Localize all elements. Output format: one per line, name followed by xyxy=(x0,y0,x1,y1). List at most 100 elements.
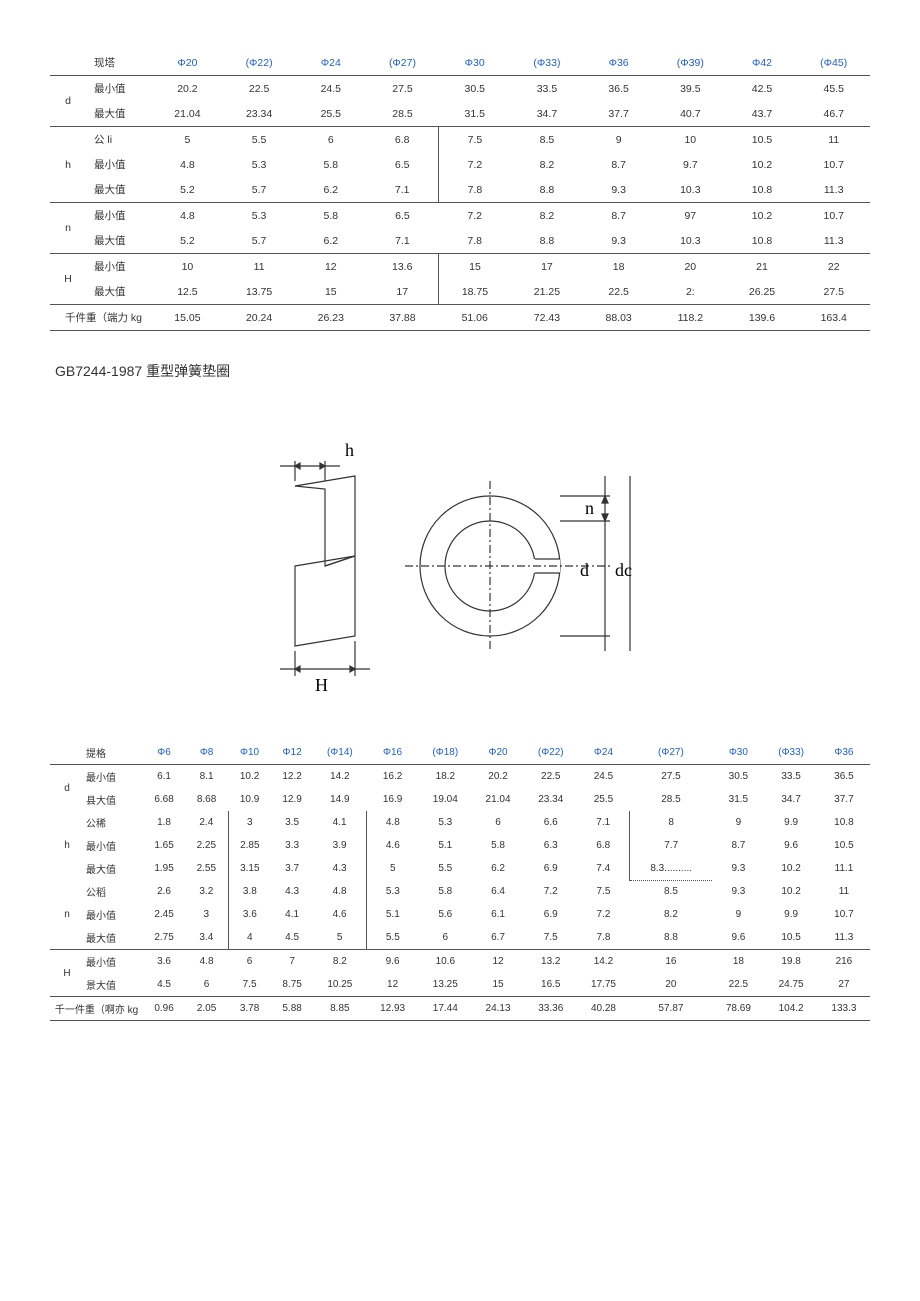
cell: 17.75 xyxy=(577,973,629,997)
cell: 18 xyxy=(712,950,764,974)
col-header: Φ42 xyxy=(727,50,798,76)
cell: 31.5 xyxy=(439,101,511,127)
param-d: d xyxy=(50,765,84,812)
cell: 36.5 xyxy=(818,765,870,789)
cell: 4.8 xyxy=(185,950,228,974)
col-header: Φ30 xyxy=(439,50,511,76)
cell: 18.75 xyxy=(439,279,511,305)
spec-table-2: 提格 Φ6Φ8Φ10Φ12(Φ14)Φ16(Φ18)Φ20(Φ22)Φ24(Φ2… xyxy=(50,741,870,1021)
cell: 5.2 xyxy=(152,177,223,203)
cell: 0.96 xyxy=(143,997,185,1021)
cell: 12.2 xyxy=(271,765,313,789)
cell: 10.2 xyxy=(228,765,271,789)
cell: 15 xyxy=(295,279,366,305)
cell: 12.5 xyxy=(152,279,223,305)
cell: 23.34 xyxy=(524,788,577,811)
cell: 17 xyxy=(366,279,439,305)
cell: 6 xyxy=(185,973,228,997)
cell: 6 xyxy=(228,950,271,974)
cell: 51.06 xyxy=(439,305,511,331)
col-header: (Φ45) xyxy=(797,50,870,76)
table2-header-label: 提格 xyxy=(84,741,143,765)
cell: 4.5 xyxy=(143,973,185,997)
cell: 8.75 xyxy=(271,973,313,997)
cell: 6 xyxy=(419,926,472,950)
cell: 8.5 xyxy=(630,880,713,903)
cell: 20.24 xyxy=(223,305,296,331)
cell: 2.55 xyxy=(185,857,228,880)
col-header: Φ24 xyxy=(577,741,629,765)
cell: 3.9 xyxy=(313,834,366,857)
col-header: Φ10 xyxy=(228,741,271,765)
cell: 6.4 xyxy=(472,880,524,903)
cell: 11.1 xyxy=(818,857,870,880)
cell: 8.7 xyxy=(583,152,654,177)
cell: 10.2 xyxy=(727,203,798,229)
cell: 34.7 xyxy=(511,101,584,127)
table1-footer-label: 千件重（端力 kg xyxy=(50,305,152,331)
cell: 37.7 xyxy=(818,788,870,811)
cell: 3.78 xyxy=(228,997,271,1021)
cell: 39.5 xyxy=(654,76,727,102)
cell: 5.1 xyxy=(367,903,419,926)
cell: 10.7 xyxy=(818,903,870,926)
cell: 8.2 xyxy=(511,203,584,229)
cell: 27.5 xyxy=(366,76,439,102)
cell: 139.6 xyxy=(727,305,798,331)
row-label: 最小值 xyxy=(84,903,143,926)
cell: 6.68 xyxy=(143,788,185,811)
cell: 5 xyxy=(152,127,223,153)
cell: 2.4 xyxy=(185,811,228,834)
cell: 21.25 xyxy=(511,279,584,305)
cell: 5.7 xyxy=(223,177,296,203)
spec-table-1: 现塔 Φ20 (Φ22) Φ24 (Φ27) Φ30 (Φ33) Φ36 (Φ3… xyxy=(50,50,870,331)
cell: 13.6 xyxy=(366,254,439,280)
cell: 7.2 xyxy=(577,903,629,926)
cell: 7 xyxy=(271,950,313,974)
cell: 16.2 xyxy=(367,765,419,789)
cell: 2.25 xyxy=(185,834,228,857)
cell: 6.5 xyxy=(366,152,439,177)
col-header: Φ36 xyxy=(818,741,870,765)
cell: 10 xyxy=(152,254,223,280)
cell: 26.23 xyxy=(295,305,366,331)
cell: 5 xyxy=(367,857,419,880)
cell: 6.8 xyxy=(366,127,439,153)
cell: 12.9 xyxy=(271,788,313,811)
row-label: 最小值 xyxy=(86,203,152,229)
cell: 5.5 xyxy=(367,926,419,950)
cell: 8.85 xyxy=(313,997,366,1021)
cell: 15 xyxy=(439,254,511,280)
param-h: h xyxy=(50,127,86,203)
cell: 4.3 xyxy=(313,857,366,880)
cell: 104.2 xyxy=(764,997,817,1021)
cell: 6.2 xyxy=(295,177,366,203)
cell: 6.5 xyxy=(366,203,439,229)
cell: 13.2 xyxy=(524,950,577,974)
cell: 5.3 xyxy=(223,152,296,177)
cell: 9.6 xyxy=(712,926,764,950)
cell: 22.5 xyxy=(223,76,296,102)
cell: 10.3 xyxy=(654,177,727,203)
cell: 7.8 xyxy=(439,228,511,254)
cell: 9.3 xyxy=(583,177,654,203)
cell: 24.13 xyxy=(472,997,524,1021)
cell: 5.5 xyxy=(223,127,296,153)
cell: 46.7 xyxy=(797,101,870,127)
cell: 21.04 xyxy=(472,788,524,811)
cell: 9.3 xyxy=(583,228,654,254)
cell: 45.5 xyxy=(797,76,870,102)
cell: 10.5 xyxy=(818,834,870,857)
cell: 8 xyxy=(630,811,713,834)
col-header: (Φ33) xyxy=(764,741,817,765)
cell: 12 xyxy=(295,254,366,280)
cell: 8.7 xyxy=(583,203,654,229)
cell: 20.2 xyxy=(152,76,223,102)
cell: 5.6 xyxy=(419,903,472,926)
cell: 12 xyxy=(472,950,524,974)
cell: 30.5 xyxy=(439,76,511,102)
cell: 3.5 xyxy=(271,811,313,834)
row-label: 县大值 xyxy=(84,788,143,811)
cell: 25.5 xyxy=(295,101,366,127)
cell: 7.2 xyxy=(439,152,511,177)
